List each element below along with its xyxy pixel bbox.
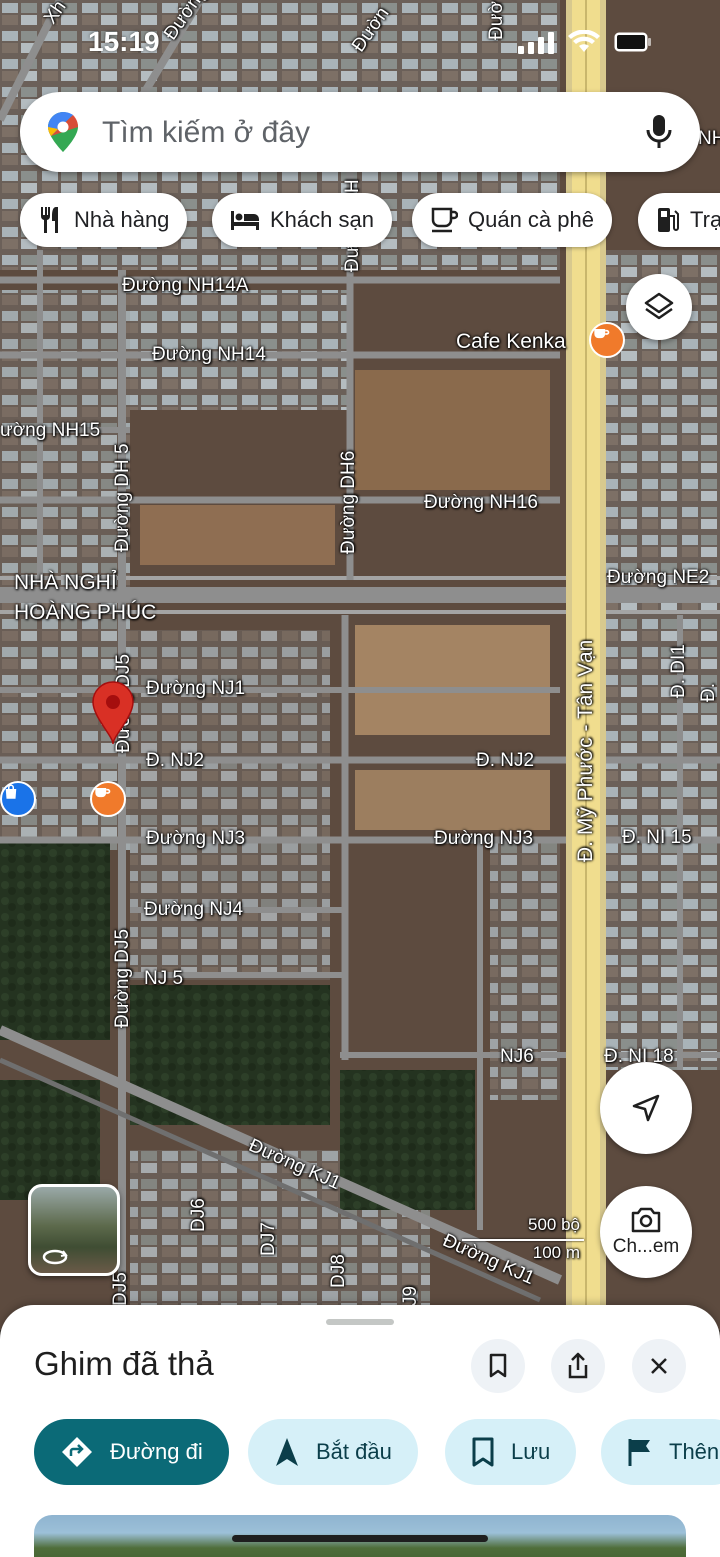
save-icon-button[interactable]: [471, 1339, 525, 1393]
road-label-nj3-left: Đường NJ3: [146, 828, 246, 849]
shop-pin[interactable]: [0, 781, 36, 817]
road-label-nj2-left: Đ. NJ2: [146, 750, 205, 771]
wifi-icon: [568, 30, 600, 52]
coffee-icon: [431, 207, 458, 233]
hotel-icon: [231, 211, 259, 230]
start-label: Bắt đầu: [316, 1439, 392, 1464]
save-label: Lưu: [511, 1439, 551, 1464]
navigation-arrow-icon: [632, 1094, 660, 1122]
place-bottom-sheet[interactable]: Ghim đã thả Đường đi Bắt đầu Lưu Thên: [0, 1305, 720, 1557]
scale-metric: 100 m: [532, 1243, 580, 1262]
road-label-nh15: ường NH15: [0, 420, 101, 441]
road-label-nj1: Đường NJ1: [146, 678, 246, 699]
layers-icon: [644, 292, 674, 320]
road-label-j9: J9: [400, 1285, 421, 1306]
more-label: Thên: [669, 1439, 720, 1464]
road-label-di1: Đ. DI1: [668, 644, 689, 698]
bookmark-icon: [472, 1437, 494, 1467]
close-button[interactable]: [632, 1339, 686, 1393]
search-placeholder[interactable]: Tìm kiếm ở đây: [102, 116, 310, 150]
dropped-pin-icon[interactable]: [90, 680, 136, 746]
battery-icon: [614, 32, 651, 52]
road-label-dj-bottom: DJ5: [110, 1272, 131, 1306]
share-button[interactable]: [551, 1339, 605, 1393]
road-label-nj3-right: Đường NJ3: [434, 828, 534, 849]
road-label-nh16: Đường NH16: [424, 492, 538, 513]
cafe-pin[interactable]: [589, 322, 625, 358]
map-scale: 500 bộ 100 m: [462, 1215, 586, 1265]
cafe-pin-2[interactable]: [90, 781, 126, 817]
chip-gas[interactable]: Trạ: [638, 193, 720, 247]
my-location-button[interactable]: [600, 1062, 692, 1154]
google-maps-pin-icon: [48, 112, 78, 152]
chip-gas-label: Trạ: [690, 207, 720, 232]
road-label-dj6: DJ6: [188, 1198, 209, 1232]
road-label-nh14: Đường NH14: [152, 344, 266, 365]
road-label-nj4: Đường NJ4: [144, 899, 244, 920]
status-time: 15:19: [88, 26, 160, 57]
road-label-nj5: NJ 5: [144, 968, 184, 989]
camera-lens-icon: [631, 1207, 661, 1233]
chip-hotels-label: Khách sạn: [270, 207, 374, 232]
sheet-drag-handle[interactable]: [326, 1319, 394, 1325]
chip-coffee[interactable]: Quán cà phê: [412, 193, 612, 247]
road-label-dj5-lower: Đường DJ5: [112, 928, 133, 1028]
road-label-d-right: Đ.: [698, 683, 719, 702]
chip-restaurants-label: Nhà hàng: [74, 207, 170, 232]
road-label-nh-right: NH: [698, 128, 720, 149]
street-view-rotate-icon: [42, 1249, 68, 1265]
gas-station-icon: [658, 208, 679, 232]
restaurant-icon: [40, 207, 58, 233]
sheet-title: Ghim đã thả: [34, 1345, 214, 1382]
lens-button[interactable]: Ch...em: [600, 1186, 692, 1278]
road-label-dj8: DJ8: [328, 1254, 349, 1288]
directions-label: Đường đi: [110, 1439, 203, 1464]
share-icon: [568, 1352, 588, 1379]
coffee-cup-icon: [95, 788, 111, 798]
road-label-ne2: Đường NE2: [607, 567, 710, 588]
road-label-ni15: Đ. NI 15: [622, 827, 692, 848]
chip-hotels[interactable]: Khách sạn: [212, 193, 392, 247]
chip-coffee-label: Quán cà phê: [468, 207, 594, 232]
chip-restaurants[interactable]: Nhà hàng: [20, 193, 188, 247]
road-label-dh6: Đường DH6: [338, 450, 359, 554]
road-label-nj6: NJ6: [500, 1046, 534, 1067]
road-label-nj2-right: Đ. NJ2: [476, 750, 535, 771]
road-label-nh14a: Đường NH14A: [122, 275, 249, 296]
mic-icon[interactable]: [646, 114, 672, 150]
cellular-signal-icon: [518, 32, 554, 54]
lens-label: Ch...em: [612, 1236, 680, 1257]
road-label-dj7: DJ7: [258, 1222, 279, 1256]
street-view-thumbnail[interactable]: [28, 1184, 120, 1276]
place-label-cafe-kenka[interactable]: Cafe Kenka: [456, 330, 566, 354]
place-label-guesthouse-line2[interactable]: HOÀNG PHÚC: [14, 601, 156, 625]
home-indicator[interactable]: [232, 1535, 488, 1542]
coffee-cup-icon: [594, 329, 610, 339]
scale-bar: [462, 1239, 584, 1241]
status-bar: 15:19: [0, 26, 720, 62]
save-button[interactable]: Lưu: [445, 1419, 577, 1485]
road-label-dh5: Đường DH 5: [112, 443, 133, 552]
place-label-guesthouse-line1[interactable]: NHÀ NGHỈ: [14, 571, 117, 595]
layers-button[interactable]: [626, 274, 692, 340]
close-icon: [651, 1358, 667, 1374]
navigate-arrow-icon: [276, 1438, 298, 1466]
directions-icon: [62, 1437, 92, 1467]
search-bar[interactable]: Tìm kiếm ở đây: [20, 92, 700, 172]
bookmark-icon: [489, 1353, 507, 1378]
start-button[interactable]: Bắt đầu: [248, 1419, 418, 1485]
directions-button[interactable]: Đường đi: [34, 1419, 229, 1485]
flag-icon: [628, 1439, 650, 1466]
road-label-my-phuoc-tan-van: Đ. Mỹ Phước - Tân Vạn: [574, 639, 597, 862]
scale-imperial: 500 bộ: [528, 1215, 580, 1234]
more-button[interactable]: Thên: [601, 1419, 720, 1485]
shopping-bag-icon: [5, 784, 17, 799]
